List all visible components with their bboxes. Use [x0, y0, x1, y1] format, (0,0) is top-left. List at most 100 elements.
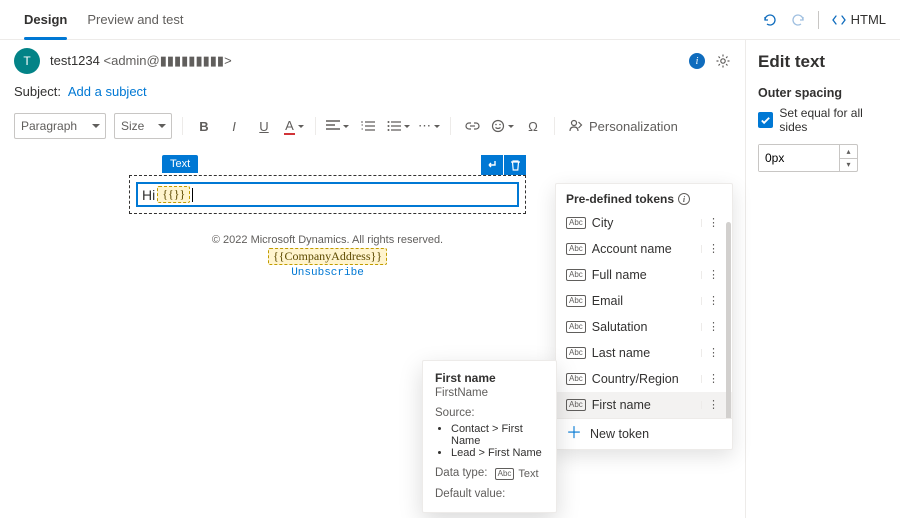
paragraph-select[interactable]: Paragraph — [14, 113, 106, 139]
source-list: Contact > First Name Lead > First Name — [451, 423, 544, 459]
token-more-button[interactable]: ⋮ — [701, 271, 722, 279]
trash-icon — [510, 159, 521, 171]
token-label: Account name — [592, 242, 695, 256]
text-type-icon: Abc — [495, 468, 515, 480]
bullet-list-button[interactable] — [387, 114, 410, 138]
text-type-icon: Abc — [566, 347, 586, 359]
return-icon — [486, 159, 498, 171]
info-icon[interactable]: i — [689, 53, 705, 69]
text-caret — [192, 188, 193, 202]
undo-button[interactable] — [762, 12, 778, 28]
token-item-account-name[interactable]: Abc Account name ⋮ — [556, 236, 732, 262]
tokens-info-icon[interactable]: i — [678, 193, 690, 205]
checkbox-icon — [758, 112, 773, 128]
html-view-button[interactable]: HTML — [831, 12, 886, 28]
link-button[interactable] — [461, 114, 483, 138]
font-color-button[interactable]: A — [283, 114, 305, 138]
token-item-first-name[interactable]: Abc First name ⋮ — [556, 392, 732, 418]
token-item-email[interactable]: Abc Email ⋮ — [556, 288, 732, 314]
subject-link[interactable]: Add a subject — [68, 84, 147, 99]
personalization-icon — [569, 119, 583, 133]
settings-button[interactable] — [715, 53, 731, 69]
token-label: First name — [592, 398, 695, 412]
text-type-icon: Abc — [566, 399, 586, 411]
token-placeholder[interactable]: {{}} — [157, 186, 190, 203]
spacing-field[interactable] — [759, 145, 839, 171]
block-delete-button[interactable] — [504, 155, 526, 175]
tab-design[interactable]: Design — [14, 0, 77, 40]
panel-title: Edit text — [758, 52, 890, 72]
tokens-popover: Pre-defined tokens i Abc City ⋮ Abc Acco… — [555, 183, 733, 450]
token-label: Email — [592, 294, 695, 308]
token-label: City — [592, 216, 695, 230]
token-detail-popover: First name FirstName Source: Contact > F… — [422, 360, 557, 513]
section-outer-spacing: Outer spacing — [758, 86, 890, 100]
token-label: Salutation — [592, 320, 695, 334]
plus-icon: ＋ — [566, 428, 582, 440]
personalization-button[interactable]: Personalization — [565, 119, 682, 134]
editor-main: T test1234 <admin@▮▮▮▮▮▮▮▮▮> i Subject: … — [0, 40, 745, 518]
subject-label: Subject: — [14, 84, 61, 99]
personalization-label: Personalization — [589, 119, 678, 134]
text-block[interactable]: Text Hi {{}} — [129, 175, 526, 214]
default-label: Default value: — [435, 488, 505, 500]
more-text-button[interactable]: ⋯ — [418, 114, 440, 138]
divider — [818, 11, 819, 29]
bold-button[interactable]: B — [193, 114, 215, 138]
sender-avatar: T — [14, 48, 40, 74]
tab-preview[interactable]: Preview and test — [77, 0, 193, 40]
token-more-button[interactable]: ⋮ — [701, 349, 722, 357]
text-content[interactable]: Hi {{}} — [136, 182, 519, 207]
token-more-button[interactable]: ⋮ — [701, 245, 722, 253]
token-item-salutation[interactable]: Abc Salutation ⋮ — [556, 314, 732, 340]
token-item-country[interactable]: Abc Country/Region ⋮ — [556, 366, 732, 392]
sender-name: test1234 — [50, 53, 100, 68]
token-more-button[interactable]: ⋮ — [701, 219, 722, 227]
html-label: HTML — [851, 12, 886, 27]
source-item: Contact > First Name — [451, 423, 544, 447]
datatype-value: Text — [518, 468, 538, 480]
token-title: First name — [435, 371, 544, 385]
text-type-icon: Abc — [566, 243, 586, 255]
stepper-up[interactable]: ▴ — [840, 145, 857, 159]
company-address-token[interactable]: {{CompanyAddress}} — [268, 248, 387, 265]
text-type-icon: Abc — [566, 373, 586, 385]
token-more-button[interactable]: ⋮ — [701, 375, 722, 383]
text-type-icon: Abc — [566, 269, 586, 281]
new-token-button[interactable]: ＋ New token — [556, 418, 732, 449]
equal-sides-checkbox[interactable]: Set equal for all sides — [758, 106, 890, 134]
numbered-list-button[interactable] — [357, 114, 379, 138]
new-token-label: New token — [590, 427, 649, 441]
stepper-down[interactable]: ▾ — [840, 159, 857, 172]
ol-icon — [361, 120, 375, 132]
datatype-row: Data type: AbcText — [435, 467, 544, 480]
unsubscribe-link[interactable]: Unsubscribe — [129, 267, 526, 279]
link-icon — [465, 121, 480, 131]
gear-icon — [715, 53, 731, 69]
italic-button[interactable]: I — [223, 114, 245, 138]
token-more-button[interactable]: ⋮ — [701, 401, 722, 409]
token-item-full-name[interactable]: Abc Full name ⋮ — [556, 262, 732, 288]
token-item-city[interactable]: Abc City ⋮ — [556, 210, 732, 236]
size-select[interactable]: Size — [114, 113, 172, 139]
token-item-last-name[interactable]: Abc Last name ⋮ — [556, 340, 732, 366]
align-button[interactable] — [326, 114, 349, 138]
top-bar: Design Preview and test HTML — [0, 0, 900, 40]
token-label: Last name — [592, 346, 695, 360]
tokens-scrollbar[interactable] — [726, 222, 731, 418]
redo-button[interactable] — [790, 12, 806, 28]
special-char-button[interactable]: Ω — [522, 114, 544, 138]
from-row: T test1234 <admin@▮▮▮▮▮▮▮▮▮> i — [0, 40, 745, 82]
spacing-input[interactable]: ▴ ▾ — [758, 144, 858, 172]
subject-row: Subject: Add a subject — [0, 82, 745, 109]
text-type-icon: Abc — [566, 217, 586, 229]
sender-text: test1234 <admin@▮▮▮▮▮▮▮▮▮> — [50, 53, 232, 69]
block-return-button[interactable] — [481, 155, 503, 175]
token-code: FirstName — [435, 387, 544, 399]
emoji-button[interactable] — [491, 114, 514, 138]
source-label: Source: — [435, 407, 544, 419]
token-more-button[interactable]: ⋮ — [701, 297, 722, 305]
underline-button[interactable]: U — [253, 114, 275, 138]
footer-copyright: © 2022 Microsoft Dynamics. All rights re… — [129, 234, 526, 246]
token-more-button[interactable]: ⋮ — [701, 323, 722, 331]
